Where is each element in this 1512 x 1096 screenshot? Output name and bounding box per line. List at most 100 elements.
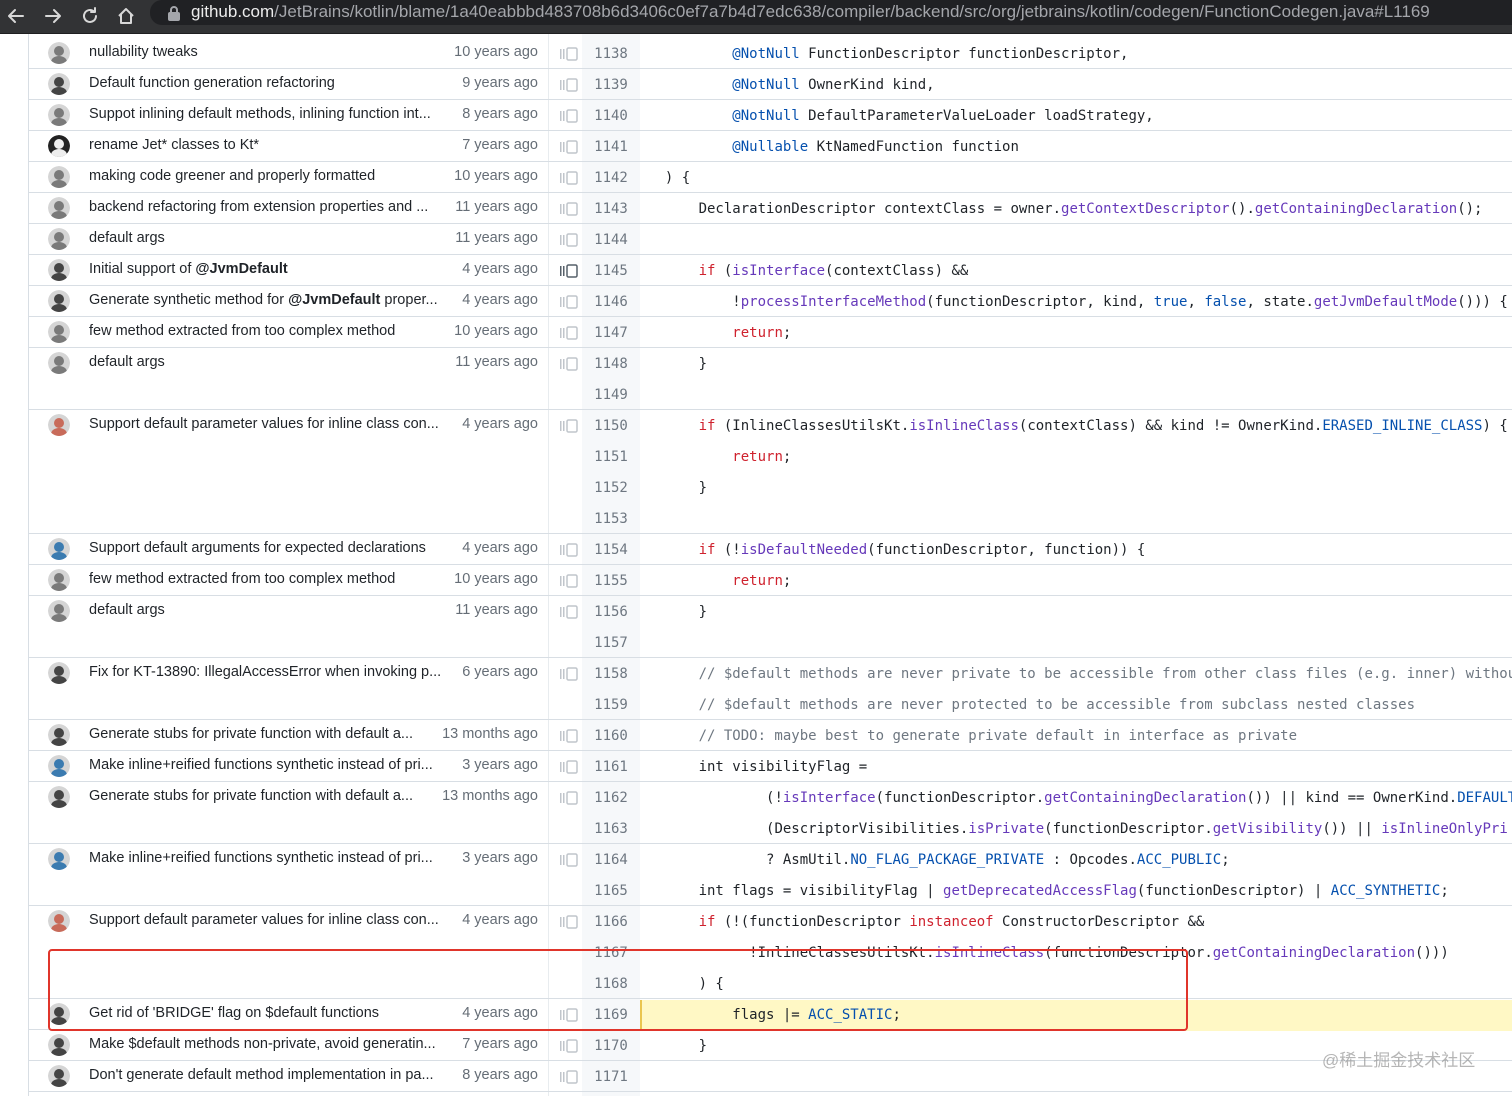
line-number[interactable]: 1169	[582, 1000, 640, 1031]
line-number[interactable]: 1138	[582, 39, 640, 70]
reblame-button[interactable]	[559, 1008, 579, 1022]
line-number[interactable]: 1143	[582, 194, 640, 225]
author-avatar[interactable]	[48, 73, 70, 95]
commit-message-link[interactable]: Generate stubs for private function with…	[89, 788, 444, 804]
author-avatar[interactable]	[48, 135, 70, 157]
reblame-button[interactable]	[559, 357, 579, 371]
reblame-button[interactable]	[559, 419, 579, 433]
line-number[interactable]: 1141	[582, 132, 640, 163]
commit-message-link[interactable]: Generate synthetic method for @JvmDefaul…	[89, 292, 444, 308]
line-number[interactable]: 1171	[582, 1062, 640, 1093]
line-number[interactable]: 1161	[582, 752, 640, 783]
author-avatar[interactable]	[48, 197, 70, 219]
reblame-button[interactable]	[559, 729, 579, 743]
commit-message-link[interactable]: Don't generate default method implementa…	[89, 1067, 444, 1083]
line-number[interactable]: 1155	[582, 566, 640, 597]
reblame-button[interactable]	[559, 853, 579, 867]
line-number[interactable]: 1147	[582, 318, 640, 349]
author-avatar[interactable]	[48, 259, 70, 281]
commit-message-link[interactable]: nullability tweaks	[89, 44, 444, 60]
commit-message-link[interactable]: few method extracted from too complex me…	[89, 323, 444, 339]
line-number[interactable]: 1139	[582, 70, 640, 101]
reblame-button[interactable]	[559, 140, 579, 154]
author-avatar[interactable]	[48, 228, 70, 250]
line-number[interactable]: 1149	[582, 380, 640, 411]
forward-button[interactable]	[40, 3, 66, 29]
line-number[interactable]: 1156	[582, 597, 640, 628]
reblame-button[interactable]	[559, 47, 579, 61]
author-avatar[interactable]	[48, 1065, 70, 1087]
commit-message-link[interactable]: Suppot inlining default methods, inlinin…	[89, 106, 444, 122]
line-number[interactable]: 1157	[582, 628, 640, 659]
author-avatar[interactable]	[48, 848, 70, 870]
line-number[interactable]: 1151	[582, 442, 640, 473]
reblame-button[interactable]	[559, 667, 579, 681]
line-number[interactable]: 1164	[582, 845, 640, 876]
author-avatar[interactable]	[48, 600, 70, 622]
reblame-button[interactable]	[559, 233, 579, 247]
author-avatar[interactable]	[48, 786, 70, 808]
line-number[interactable]: 1162	[582, 783, 640, 814]
reblame-button[interactable]	[559, 543, 579, 557]
commit-message-link[interactable]: default args	[89, 354, 444, 370]
commit-message-link[interactable]: making code greener and properly formatt…	[89, 168, 444, 184]
reblame-button[interactable]	[559, 326, 579, 340]
commit-message-link[interactable]: Support default parameter values for inl…	[89, 416, 444, 432]
author-avatar[interactable]	[48, 42, 70, 64]
author-avatar[interactable]	[48, 104, 70, 126]
home-button[interactable]	[113, 3, 139, 29]
author-avatar[interactable]	[48, 755, 70, 777]
reblame-button[interactable]	[559, 1070, 579, 1084]
author-avatar[interactable]	[48, 352, 70, 374]
commit-message-link[interactable]: Generate stubs for private function with…	[89, 726, 444, 742]
reblame-button[interactable]	[559, 605, 579, 619]
author-avatar[interactable]	[48, 1034, 70, 1056]
reblame-button[interactable]	[559, 791, 579, 805]
author-avatar[interactable]	[48, 1003, 70, 1025]
reblame-button[interactable]	[559, 171, 579, 185]
reblame-button[interactable]	[559, 915, 579, 929]
commit-message-link[interactable]: Get rid of 'BRIDGE' flag on $default fun…	[89, 1005, 444, 1021]
reblame-button[interactable]	[559, 1039, 579, 1053]
commit-message-link[interactable]: Initial support of @JvmDefault	[89, 261, 444, 277]
reblame-button[interactable]	[559, 78, 579, 92]
line-number[interactable]: 1146	[582, 287, 640, 318]
line-number[interactable]: 1165	[582, 876, 640, 907]
line-number[interactable]: 1159	[582, 690, 640, 721]
line-number[interactable]: 1152	[582, 473, 640, 504]
commit-message-link[interactable]: Make inline+reified functions synthetic …	[89, 757, 444, 773]
commit-message-link[interactable]: Fix for KT-13890: IllegalAccessError whe…	[89, 664, 444, 680]
author-avatar[interactable]	[48, 662, 70, 684]
commit-message-link[interactable]: default args	[89, 230, 444, 246]
author-avatar[interactable]	[48, 166, 70, 188]
reblame-button[interactable]	[559, 264, 579, 278]
line-number[interactable]: 1150	[582, 411, 640, 442]
commit-message-link[interactable]: Make $default methods non-private, avoid…	[89, 1036, 444, 1052]
line-number[interactable]: 1144	[582, 225, 640, 256]
author-avatar[interactable]	[48, 910, 70, 932]
commit-message-link[interactable]: Support default parameter values for inl…	[89, 912, 444, 928]
author-avatar[interactable]	[48, 724, 70, 746]
commit-message-link[interactable]: rename Jet* classes to Kt*	[89, 137, 444, 153]
commit-message-link[interactable]: Default function generation refactoring	[89, 75, 444, 91]
line-number[interactable]: 1145	[582, 256, 640, 287]
line-number[interactable]: 1154	[582, 535, 640, 566]
reblame-button[interactable]	[559, 202, 579, 216]
reload-button[interactable]	[77, 3, 103, 29]
commit-message-link[interactable]: default args	[89, 602, 444, 618]
author-avatar[interactable]	[48, 569, 70, 591]
commit-message-link[interactable]: backend refactoring from extension prope…	[89, 199, 444, 215]
reblame-button[interactable]	[559, 295, 579, 309]
line-number[interactable]: 1158	[582, 659, 640, 690]
line-number[interactable]: 1166	[582, 907, 640, 938]
author-avatar[interactable]	[48, 414, 70, 436]
url-text[interactable]: github.com/JetBrains/kotlin/blame/1a40ea…	[191, 2, 1430, 22]
reblame-button[interactable]	[559, 760, 579, 774]
reblame-button[interactable]	[559, 574, 579, 588]
line-number[interactable]: 1168	[582, 969, 640, 1000]
line-number[interactable]: 1148	[582, 349, 640, 380]
commit-message-link[interactable]: few method extracted from too complex me…	[89, 571, 444, 587]
author-avatar[interactable]	[48, 290, 70, 312]
line-number[interactable]: 1170	[582, 1031, 640, 1062]
back-button[interactable]	[3, 3, 29, 29]
